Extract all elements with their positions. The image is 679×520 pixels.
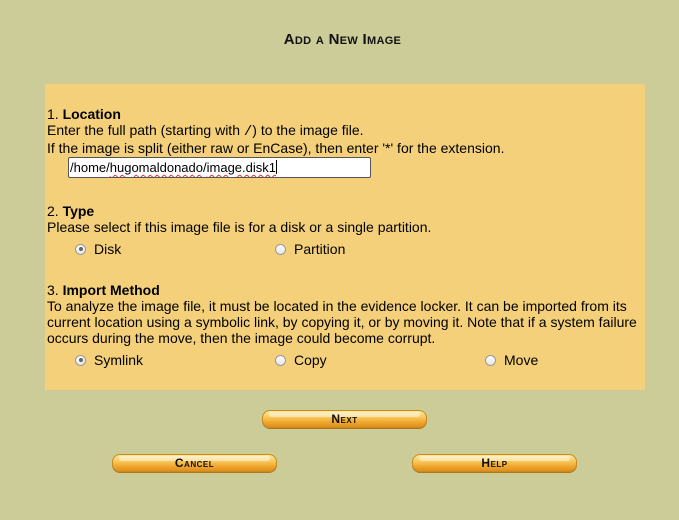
import-heading: Import Method [62,282,160,298]
partition-radio[interactable] [275,243,286,255]
import-description-line3: occurs during the move, then the image c… [47,330,436,346]
location-instructions: Enter the full path (starting with /) to… [47,122,364,140]
location-heading: Location [62,106,121,122]
symlink-radio[interactable] [75,354,86,366]
import-section: 3. Import Method To analyze the image fi… [47,282,643,346]
location-split-note: If the image is split (either raw or EnC… [47,140,505,156]
image-path-input[interactable]: /home/hugomaldonado/image.disk1 [68,157,371,178]
location-number: 1. [47,106,59,122]
type-heading: Type [62,203,95,219]
next-button[interactable]: Next [262,410,427,428]
location-section: 1. Location Enter the full path (startin… [47,106,643,156]
import-description-line2: current location using a symbolic link, … [47,314,637,330]
type-section: 2. Type Please select if this image file… [47,203,643,235]
disk-label: Disk [94,241,122,257]
type-radio-group: Disk Partition [45,241,645,259]
partition-label: Partition [294,241,346,257]
import-description-line1: To analyze the image file, it must be lo… [47,298,627,314]
cancel-button[interactable]: Cancel [112,454,277,472]
type-option-partition[interactable]: Partition [275,241,345,257]
disk-radio[interactable] [75,243,86,255]
type-description: Please select if this image file is for … [47,219,432,235]
help-button[interactable]: Help [412,454,577,472]
import-option-copy[interactable]: Copy [275,352,327,368]
move-radio[interactable] [485,354,496,366]
page-title: Add a New Image [283,31,402,48]
import-option-symlink[interactable]: Symlink [75,352,143,368]
move-label: Move [504,352,539,368]
symlink-label: Symlink [94,352,144,368]
text-caret [276,160,277,174]
type-option-disk[interactable]: Disk [75,241,121,257]
import-radio-group: Symlink Copy Move [45,352,645,370]
import-option-move[interactable]: Move [485,352,538,368]
import-number: 3. [47,282,59,298]
type-number: 2. [47,203,59,219]
form-panel: 1. Location Enter the full path (startin… [45,84,645,390]
copy-label: Copy [294,352,327,368]
copy-radio[interactable] [275,354,286,366]
